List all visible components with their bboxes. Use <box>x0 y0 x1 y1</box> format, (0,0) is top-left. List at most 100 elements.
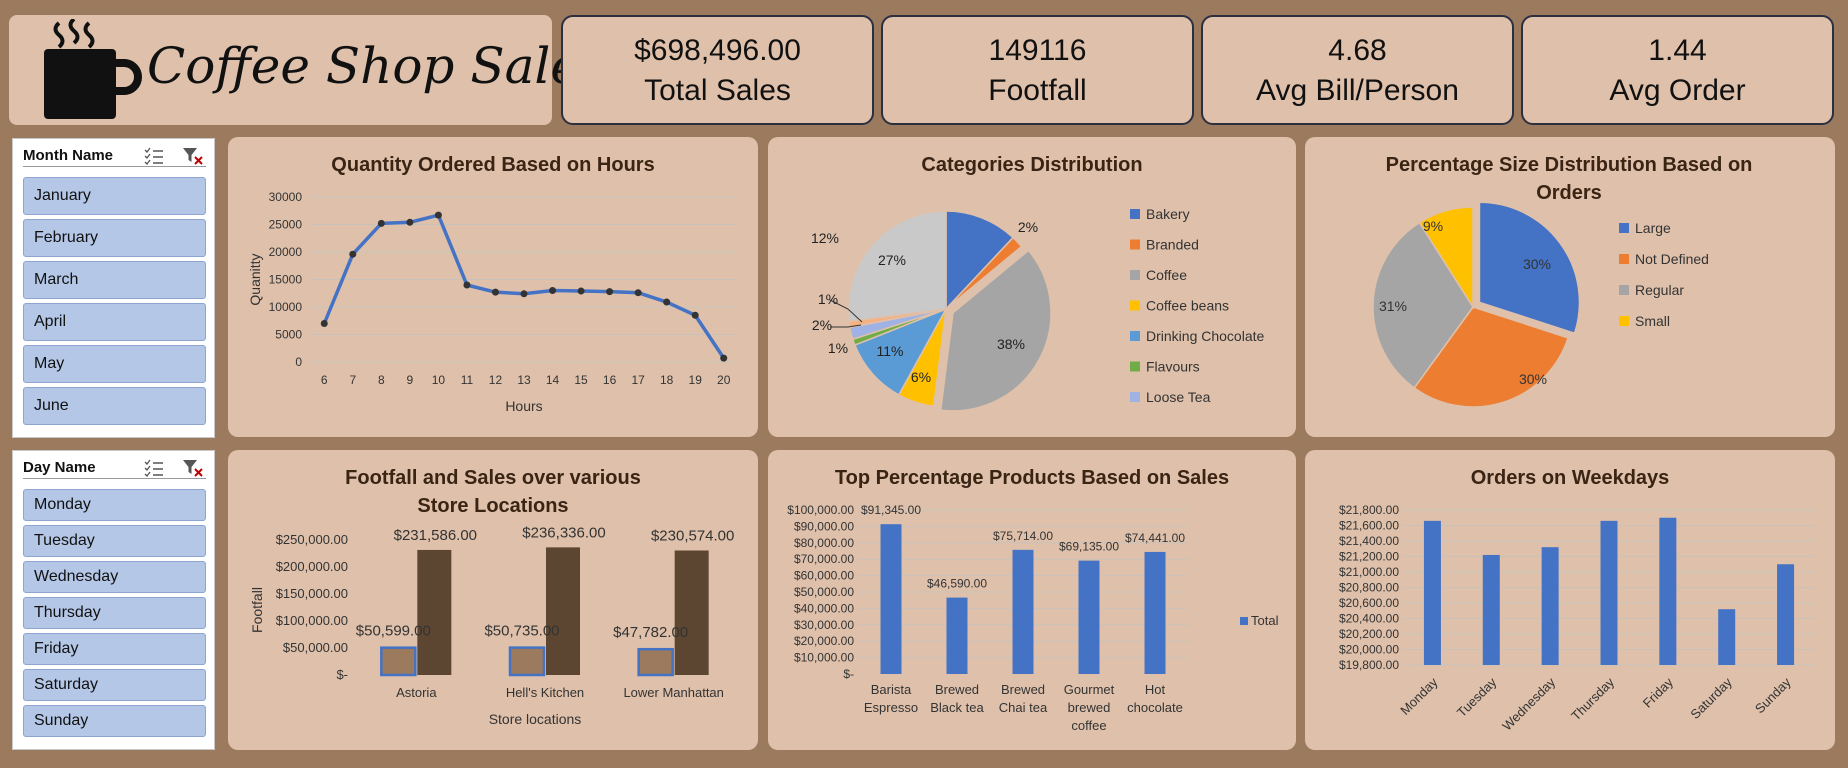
x-tick-label: Espresso <box>864 700 918 715</box>
x-tick-label: 10 <box>432 373 446 387</box>
y-tick-label: $250,000.00 <box>276 532 348 547</box>
kpi-value: 149116 <box>988 34 1087 67</box>
chart-title: Orders <box>1536 182 1602 204</box>
slicer-item-saturday[interactable]: Saturday <box>23 669 206 701</box>
slicer-item-wednesday[interactable]: Wednesday <box>23 561 206 593</box>
kpi-label: Footfall <box>988 74 1087 107</box>
x-tick-label: 18 <box>660 373 674 387</box>
products-bar-chart: Top Percentage Products Based on Sales $-… <box>787 467 1278 733</box>
y-tick-label: $30,000.00 <box>794 618 854 632</box>
multi-select-icon[interactable] <box>144 459 164 477</box>
legend-swatch <box>1130 270 1140 280</box>
slicer-title: Month Name <box>23 147 113 164</box>
x-tick-label: 6 <box>321 373 328 387</box>
legend-label: Large <box>1635 220 1671 236</box>
slicer-header: Month Name <box>23 147 206 167</box>
bar <box>1423 520 1441 665</box>
legend-label: Regular <box>1635 282 1684 298</box>
legend-label: Coffee <box>1146 267 1187 283</box>
bar <box>1078 560 1100 674</box>
slicer-item-june[interactable]: June <box>23 387 206 425</box>
x-tick-label: 13 <box>517 373 531 387</box>
y-tick-label: $40,000.00 <box>794 601 854 615</box>
x-tick-label: 7 <box>349 373 356 387</box>
x-tick-label: Astoria <box>396 685 437 700</box>
legend-swatch <box>1619 285 1629 295</box>
title-card: Coffee Shop Sales <box>9 15 606 125</box>
data-point <box>606 288 614 296</box>
chart-card-hours: Quantity Ordered Based on Hours 0 5000 1000… <box>228 137 758 437</box>
weekdays-bar-chart: Orders on Weekdays $19,800.00$20,000.00 $2… <box>1339 467 1815 734</box>
y-tick-label: $20,400.00 <box>1339 612 1399 626</box>
slicer-item-january[interactable]: January <box>23 177 206 215</box>
x-tick-label: Chai tea <box>999 700 1048 715</box>
legend-label: Branded <box>1146 237 1199 253</box>
slicer-item-february[interactable]: February <box>23 219 206 257</box>
data-label: $74,441.00 <box>1125 531 1185 545</box>
chart-card-products: Top Percentage Products Based on Sales $-… <box>768 450 1296 750</box>
legend-swatch <box>1619 223 1629 233</box>
series-line <box>322 213 726 360</box>
y-tick-label: $21,200.00 <box>1339 550 1399 564</box>
clear-filter-icon[interactable] <box>182 147 204 165</box>
multi-select-icon[interactable] <box>144 147 164 165</box>
chart-card-weekdays: Orders on Weekdays $19,800.00 $20,000.00 $2… <box>1305 450 1835 750</box>
bar-sales <box>546 547 580 675</box>
y-tick-label: $10,000.00 <box>794 651 854 665</box>
kpi-value: $698,496.00 <box>634 34 801 67</box>
bar <box>1541 547 1559 665</box>
y-tick-label: $20,600.00 <box>1339 596 1399 610</box>
data-label: 1% <box>818 291 838 307</box>
y-tick-label: $20,000.00 <box>794 634 854 648</box>
chart-title: Footfall and Sales over various <box>345 467 641 489</box>
kpi-label: Avg Bill/Person <box>1256 74 1459 107</box>
slicer-item-march[interactable]: March <box>23 261 206 299</box>
bar-footfall <box>637 647 674 677</box>
y-tick-label: 20000 <box>269 245 303 259</box>
slicer-item-thursday[interactable]: Thursday <box>23 597 206 629</box>
kpi-footfall: 149116 Footfall <box>881 15 1194 125</box>
data-label: $230,574.00 <box>651 527 734 544</box>
y-tick-label: $100,000.00 <box>787 503 854 517</box>
slicer-item-sunday[interactable]: Sunday <box>23 705 206 737</box>
slicer-item-friday[interactable]: Friday <box>23 633 206 665</box>
kpi-value: 1.44 <box>1648 34 1707 67</box>
x-tick-label: Brewed <box>1001 682 1045 697</box>
slicer-item-tuesday[interactable]: Tuesday <box>23 525 206 557</box>
data-label: 27% <box>878 252 906 268</box>
kpi-label: Avg Order <box>1609 74 1746 107</box>
slicer-item-may[interactable]: May <box>23 345 206 383</box>
bar <box>1718 609 1736 665</box>
x-tick-label: 12 <box>489 373 503 387</box>
legend-label: Not Defined <box>1635 251 1709 267</box>
x-tick-label: Black tea <box>930 700 984 715</box>
chart-card-stores: Footfall and Sales over various Store Loc… <box>228 450 758 750</box>
categories-pie-chart: Categories Distribution 12% 2% 38% 6% 11% 1% 2%… <box>811 154 1264 412</box>
data-point <box>406 218 414 226</box>
clear-filter-icon[interactable] <box>182 459 204 477</box>
x-tick-label: chocolate <box>1127 700 1183 715</box>
y-tick-label: $90,000.00 <box>794 519 854 533</box>
x-tick-label: 15 <box>574 373 588 387</box>
x-tick-label: Hell's Kitchen <box>506 685 584 700</box>
slicer-item-monday[interactable]: Monday <box>23 489 206 521</box>
data-point <box>663 298 671 306</box>
legend-swatch <box>1130 331 1140 341</box>
y-tick-label: $21,000.00 <box>1339 565 1399 579</box>
data-point <box>349 250 357 258</box>
y-tick-label: $50,000.00 <box>283 640 348 655</box>
data-label: $50,599.00 <box>356 623 431 640</box>
data-label: 30% <box>1519 371 1547 387</box>
slicer-item-april[interactable]: April <box>23 303 206 341</box>
bar-sales <box>674 550 709 675</box>
x-tick-label: 8 <box>378 373 385 387</box>
y-tick-label: $20,200.00 <box>1339 627 1399 641</box>
x-axis-title: Store locations <box>489 711 582 727</box>
data-label: 2% <box>812 317 832 333</box>
data-label: $91,345.00 <box>861 503 921 517</box>
legend-swatch <box>1619 316 1629 326</box>
x-tick-label: 16 <box>603 373 617 387</box>
kpi-avg-order: 1.44 Avg Order <box>1521 15 1834 125</box>
y-tick-label: 5000 <box>275 328 302 342</box>
kpi-total-sales: $698,496.00 Total Sales <box>561 15 874 125</box>
